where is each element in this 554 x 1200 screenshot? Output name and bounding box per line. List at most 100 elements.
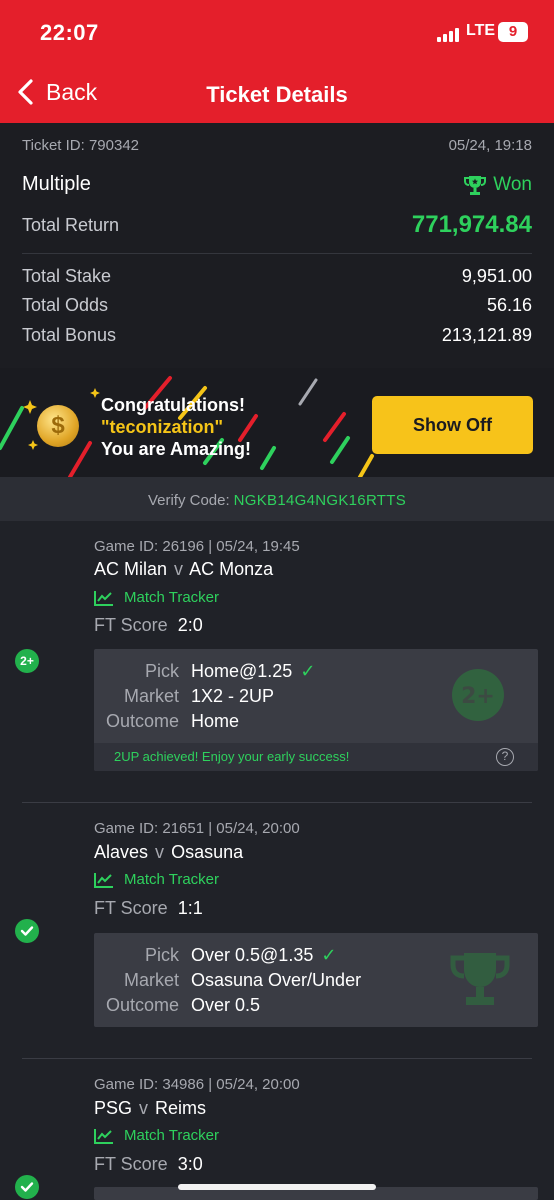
bet-item: Game ID: 21651 | 05/24, 20:00 Alaves v O…	[0, 803, 554, 1059]
pick-value: Over 0.5@1.35	[191, 945, 314, 965]
trend-chart-icon	[94, 590, 113, 606]
app-header: 22:07 LTE 9 Back Ticket Details	[0, 0, 554, 123]
stat-value: 213,121.89	[441, 325, 532, 345]
congrats-banner: $ Congratulations! "teconization" You ar…	[0, 368, 554, 477]
match-tracker-link[interactable]: Match Tracker	[94, 589, 219, 606]
total-return-value: 771,974.84	[411, 211, 532, 238]
trophy-watermark-icon	[450, 953, 510, 1005]
stat-label: Total Odds	[22, 295, 109, 315]
congrats-message: Congratulations! "teconization" You are …	[101, 394, 251, 460]
away-team: AC Monza	[189, 559, 274, 579]
status-bar: 22:07 LTE 9	[0, 0, 554, 60]
outcome-value: Over 0.5	[191, 995, 261, 1015]
market-label: Market	[123, 686, 179, 706]
home-indicator[interactable]	[178, 1184, 376, 1190]
ticket-summary: Ticket ID: 790342 05/24, 19:18 Multiple …	[0, 123, 554, 368]
versus: v	[155, 842, 165, 862]
check-icon	[20, 1182, 34, 1192]
stat-total-odds: Total Odds 56.16	[22, 295, 532, 316]
bet-type: Multiple	[22, 173, 91, 195]
trend-chart-icon	[94, 872, 113, 888]
market-label: Market	[123, 970, 179, 990]
ft-label: FT Score	[94, 1154, 168, 1174]
verify-code-bar: Verify Code: NGKB14G4NGK16RTTS	[0, 477, 554, 521]
match-tracker-link[interactable]: Match Tracker	[94, 1127, 219, 1144]
game-meta: Game ID: 34986 | 05/24, 20:00	[94, 1076, 300, 1093]
trend-chart-icon	[94, 1128, 113, 1144]
stat-label: Total Stake	[22, 266, 112, 286]
home-team: Alaves	[94, 842, 149, 862]
tracker-label: Match Tracker	[124, 589, 220, 606]
ft-score: FT Score 2:0	[94, 615, 203, 636]
status-badge: Won	[463, 174, 532, 196]
congrats-line: You are Amazing!	[101, 439, 252, 459]
ft-value: 1:1	[177, 898, 203, 918]
pick-details: Pick Home@1.25 ✓ Market 1X2 - 2UP Outcom…	[94, 649, 538, 771]
network-type: LTE	[466, 22, 496, 39]
check-icon: ✓	[321, 945, 337, 965]
divider	[22, 253, 532, 254]
battery-icon: 9	[498, 22, 528, 42]
pick-label: Pick	[144, 945, 179, 965]
game-meta: Game ID: 21651 | 05/24, 20:00	[94, 820, 300, 837]
stat-total-stake: Total Stake 9,951.00	[22, 266, 532, 287]
ticket-date: 05/24, 19:18	[448, 137, 532, 154]
verify-label: Verify Code:	[147, 492, 230, 509]
signal-icon	[437, 26, 461, 42]
stat-value: 9,951.00	[461, 266, 532, 286]
outcome-label: Outcome	[105, 711, 179, 731]
total-return-label: Total Return	[22, 214, 120, 235]
check-icon: ✓	[300, 661, 316, 681]
note-text: 2UP achieved! Enjoy your early success!	[114, 749, 350, 764]
market-value: Osasuna Over/Under	[191, 970, 362, 990]
ft-score: FT Score 3:0	[94, 1154, 203, 1175]
status-label: Won	[493, 173, 532, 195]
away-team: Reims	[155, 1098, 207, 1118]
pick-details: Pick Over 0.5@1.35 ✓ Market Osasuna Over…	[94, 933, 538, 1027]
check-icon	[20, 926, 34, 936]
match-teams: Alaves v Osasuna	[94, 842, 243, 863]
congrats-line: Congratulations!	[101, 395, 245, 415]
svg-text:2+: 2+	[461, 684, 495, 709]
pick-label: Pick	[144, 661, 179, 681]
ft-score: FT Score 1:1	[94, 898, 203, 919]
bet-item: Game ID: 34986 | 05/24, 20:00 PSG v Reim…	[0, 1059, 554, 1200]
pick-value: Home@1.25	[191, 661, 293, 681]
stat-total-bonus: Total Bonus 213,121.89	[22, 325, 532, 346]
home-team: AC Milan	[94, 559, 168, 579]
check-circle-icon	[15, 919, 39, 943]
two-up-note: 2UP achieved! Enjoy your early success! …	[94, 743, 538, 771]
check-circle-icon	[15, 1175, 39, 1199]
match-teams: PSG v Reims	[94, 1098, 206, 1119]
verify-code[interactable]: NGKB14G4NGK16RTTS	[234, 492, 406, 509]
username: "teconization"	[101, 417, 224, 437]
match-tracker-link[interactable]: Match Tracker	[94, 871, 219, 888]
trophy-icon	[464, 175, 487, 195]
ft-label: FT Score	[94, 898, 168, 918]
show-off-button[interactable]: Show Off	[372, 396, 533, 454]
away-team: Osasuna	[171, 842, 244, 862]
tracker-label: Match Tracker	[124, 1127, 220, 1144]
tracker-label: Match Tracker	[124, 871, 220, 888]
outcome-label: Outcome	[105, 995, 179, 1015]
coin-icon: $	[37, 405, 79, 447]
game-meta: Game ID: 26196 | 05/24, 19:45	[94, 538, 300, 555]
match-teams: AC Milan v AC Monza	[94, 559, 273, 580]
home-team: PSG	[94, 1098, 133, 1118]
versus: v	[139, 1098, 149, 1118]
ft-label: FT Score	[94, 615, 168, 635]
ticket-id: Ticket ID: 790342	[22, 137, 140, 154]
versus: v	[174, 559, 184, 579]
stat-label: Total Bonus	[22, 325, 117, 345]
bet-item: Game ID: 26196 | 05/24, 19:45 AC Milan v…	[0, 521, 554, 803]
status-time: 22:07	[40, 20, 99, 45]
page-title: Ticket Details	[206, 82, 348, 107]
market-value: 1X2 - 2UP	[191, 686, 275, 706]
help-icon[interactable]: ?	[496, 748, 514, 766]
two-up-badge-icon: 2+	[15, 649, 39, 673]
nav-bar: Back Ticket Details	[0, 70, 554, 118]
outcome-value: Home	[191, 711, 240, 731]
ft-value: 3:0	[177, 1154, 203, 1174]
ft-value: 2:0	[177, 615, 203, 635]
two-up-watermark-icon: 2+	[452, 669, 504, 721]
